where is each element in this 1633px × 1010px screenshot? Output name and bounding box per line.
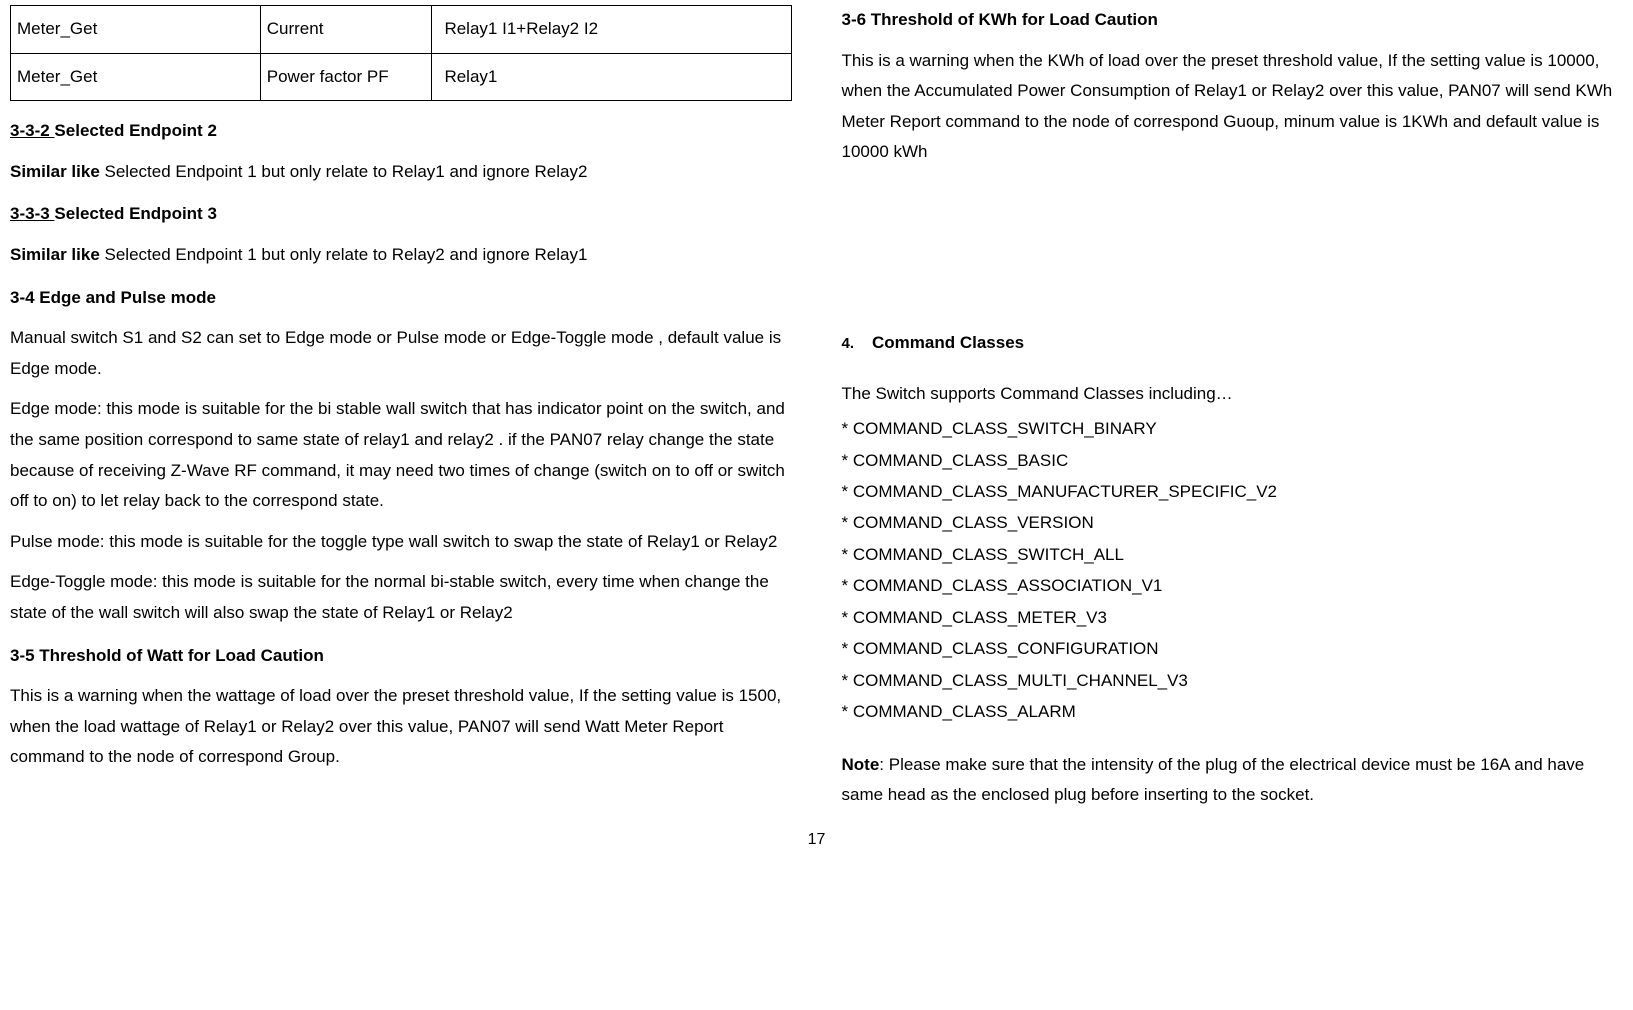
paragraph: Similar like Selected Endpoint 1 but onl… <box>10 157 792 188</box>
heading-3-5: 3-5 Threshold of Watt for Load Caution <box>10 641 792 672</box>
command-classes-intro: The Switch supports Command Classes incl… <box>842 379 1624 410</box>
paragraph: This is a warning when the wattage of lo… <box>10 681 792 773</box>
heading-3-6: 3-6 Threshold of KWh for Load Caution <box>842 5 1624 36</box>
paragraph: Manual switch S1 and S2 can set to Edge … <box>10 323 792 384</box>
text: Selected Endpoint 1 but only relate to R… <box>100 162 588 181</box>
paragraph: Edge mode: this mode is suitable for the… <box>10 394 792 516</box>
heading-number: 3-3-3 <box>10 204 54 223</box>
note-text: : Please make sure that the intensity of… <box>842 755 1585 805</box>
heading-3-4: 3-4 Edge and Pulse mode <box>10 283 792 314</box>
list-item: * COMMAND_CLASS_VERSION <box>842 507 1624 538</box>
section-number: 4. <box>842 335 855 352</box>
list-item: * COMMAND_CLASS_ALARM <box>842 696 1624 727</box>
list-item: * COMMAND_CLASS_MANUFACTURER_SPECIFIC_V2 <box>842 476 1624 507</box>
cell: Meter_Get <box>11 6 261 54</box>
paragraph: Similar like Selected Endpoint 1 but onl… <box>10 240 792 271</box>
cell: Current <box>260 6 432 54</box>
bold-prefix: Similar like <box>10 245 100 264</box>
list-item: * COMMAND_CLASS_CONFIGURATION <box>842 633 1624 664</box>
cell: Power factor PF <box>260 53 432 101</box>
bold-prefix: Similar like <box>10 162 100 181</box>
heading-3-3-3: 3-3-3 Selected Endpoint 3 <box>10 199 792 230</box>
heading-number: 3-3-2 <box>10 121 54 140</box>
cell: Meter_Get <box>11 53 261 101</box>
paragraph: This is a warning when the KWh of load o… <box>842 46 1624 168</box>
table-row: Meter_Get Power factor PF Relay1 <box>11 53 792 101</box>
cell: Relay1 I1+Relay2 I2 <box>432 6 791 54</box>
meter-table: Meter_Get Current Relay1 I1+Relay2 I2 Me… <box>10 5 792 101</box>
page-number: 17 <box>10 826 1623 855</box>
heading-text: Selected Endpoint 3 <box>54 204 216 223</box>
heading-3-3-2: 3-3-2 Selected Endpoint 2 <box>10 116 792 147</box>
list-item: * COMMAND_CLASS_SWITCH_ALL <box>842 539 1624 570</box>
list-item: * COMMAND_CLASS_SWITCH_BINARY <box>842 413 1624 444</box>
table-row: Meter_Get Current Relay1 I1+Relay2 I2 <box>11 6 792 54</box>
paragraph: Edge-Toggle mode: this mode is suitable … <box>10 567 792 628</box>
cell: Relay1 <box>432 53 791 101</box>
list-item: * COMMAND_CLASS_BASIC <box>842 445 1624 476</box>
heading-4: 4. Command Classes <box>842 328 1624 359</box>
command-classes-list: * COMMAND_CLASS_SWITCH_BINARY * COMMAND_… <box>842 413 1624 727</box>
heading-text: Selected Endpoint 2 <box>54 121 216 140</box>
section-title: Command Classes <box>872 333 1024 352</box>
note-paragraph: Note: Please make sure that the intensit… <box>842 750 1624 811</box>
text: Selected Endpoint 1 but only relate to R… <box>100 245 588 264</box>
list-item: * COMMAND_CLASS_METER_V3 <box>842 602 1624 633</box>
paragraph: Pulse mode: this mode is suitable for th… <box>10 527 792 558</box>
note-label: Note <box>842 755 880 774</box>
list-item: * COMMAND_CLASS_ASSOCIATION_V1 <box>842 570 1624 601</box>
list-item: * COMMAND_CLASS_MULTI_CHANNEL_V3 <box>842 665 1624 696</box>
